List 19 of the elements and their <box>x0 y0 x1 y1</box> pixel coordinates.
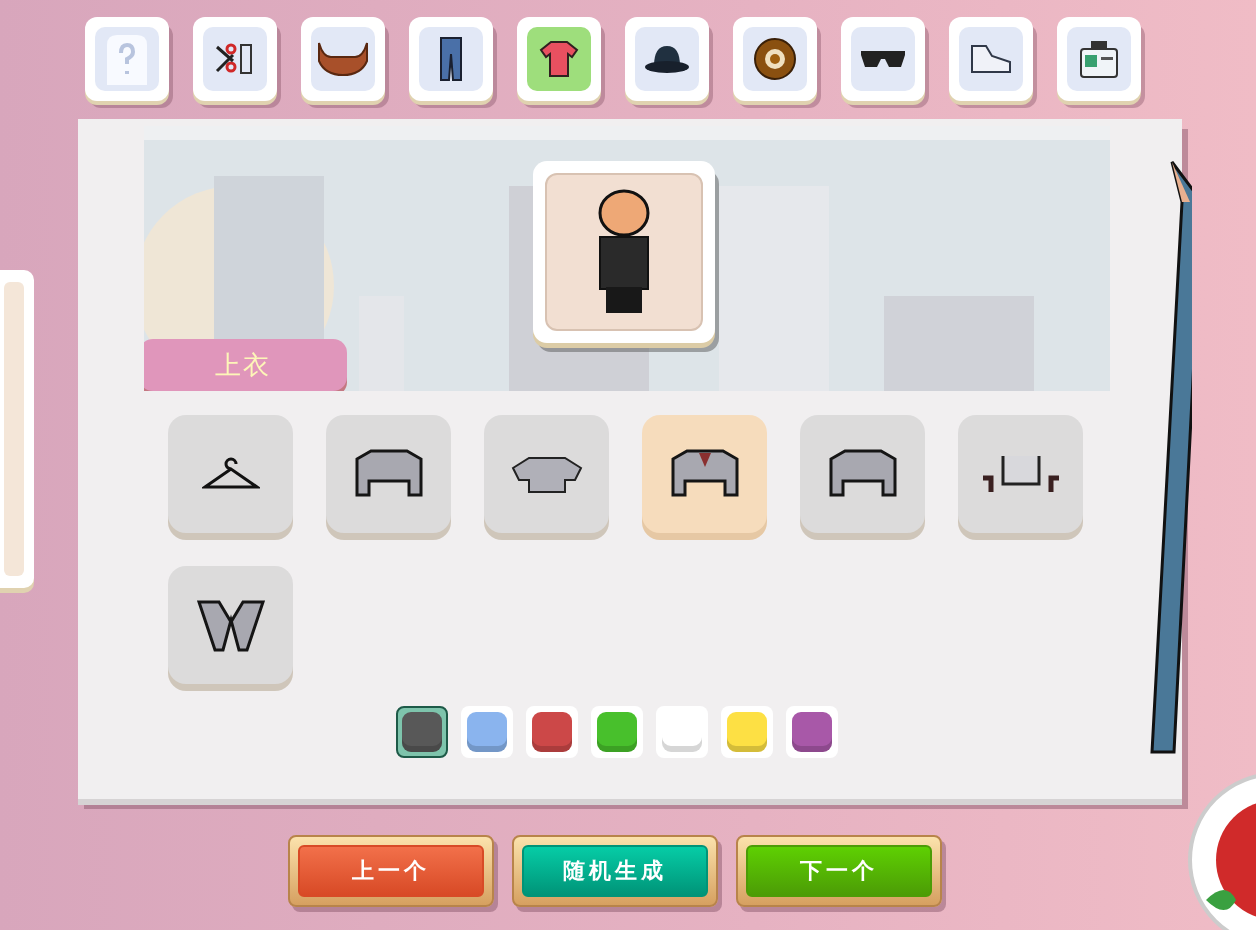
next-button[interactable]: 下一个 <box>736 835 942 907</box>
shirt-icon <box>539 40 579 78</box>
beard-icon <box>317 41 369 77</box>
pants-icon <box>440 37 462 81</box>
hanger-icon <box>201 457 260 491</box>
color-swatch[interactable] <box>656 706 708 758</box>
random-button[interactable]: 随机生成 <box>512 835 718 907</box>
color-swatch[interactable] <box>786 706 838 758</box>
color-swatch[interactable] <box>461 706 513 758</box>
previous-button[interactable]: 上一个 <box>288 835 494 907</box>
sneaker-icon <box>968 42 1014 76</box>
color-swatch[interactable] <box>396 706 448 758</box>
shirt-icon <box>510 454 583 494</box>
color-swatch[interactable] <box>721 706 773 758</box>
badge-icon <box>1079 39 1119 79</box>
section-label: 上衣 <box>144 339 347 391</box>
color-swatch[interactable] <box>591 706 643 758</box>
color-swatch[interactable] <box>526 706 578 758</box>
hat-icon <box>644 44 690 74</box>
